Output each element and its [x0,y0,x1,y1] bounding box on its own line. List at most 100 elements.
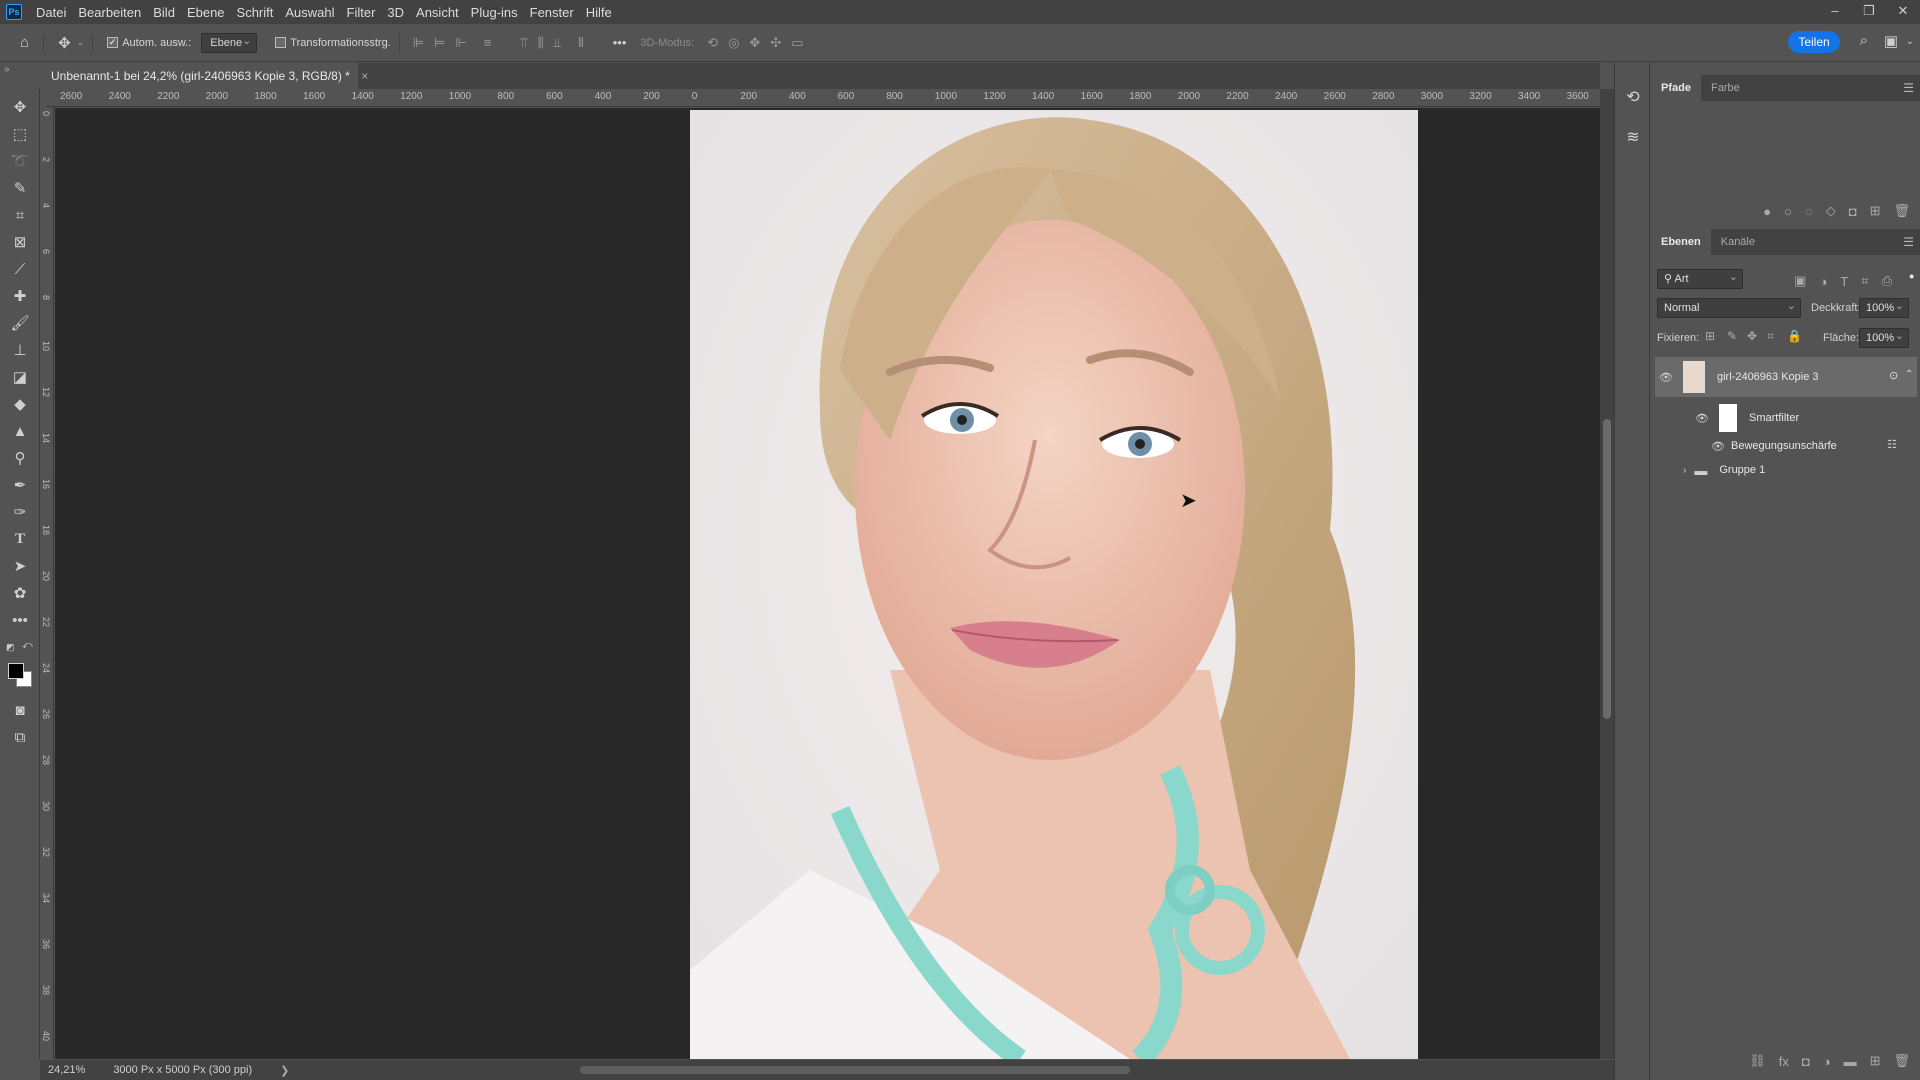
document-tab[interactable]: Unbenannt-1 bei 24,2% (girl-2406963 Kopi… [46,63,368,89]
new-path-icon[interactable]: ⊞ [1870,203,1881,219]
status-menu-arrow[interactable]: ❯ [280,1064,289,1077]
filter-toggle-icon[interactable]: ● [1909,271,1914,281]
tab-pfade[interactable]: Pfade [1651,75,1701,101]
curvature-pen-tool-icon[interactable]: ✑ [6,500,34,524]
chevron-down-icon[interactable]: ⌄ [77,37,85,48]
default-colors-icon[interactable]: ◩ [6,642,15,653]
add-mask-icon[interactable]: ◘ [1849,204,1857,219]
menu-fenster[interactable]: Fenster [524,5,580,20]
filter-name[interactable]: Bewegungsunschärfe [1731,440,1837,452]
layer-row[interactable]: 👁 Bewegungsunschärfe ☷ [1711,435,1917,457]
smart-filter-name[interactable]: Smartfilter [1749,412,1799,424]
collapse-toolbar-icon[interactable]: » [4,64,10,75]
move-tool-icon[interactable]: ✥ [58,34,71,52]
type-tool-icon[interactable]: T [6,527,34,551]
horizontal-scrollbar-thumb[interactable] [580,1066,1130,1074]
layer-row[interactable]: □ › ▬ Gruppe 1 [1655,458,1917,482]
lasso-tool-icon[interactable]: ➰ [6,149,34,173]
crop-tool-icon[interactable]: ⌗ [6,203,34,227]
paint-bucket-tool-icon[interactable]: ◆ [6,392,34,416]
dodge-tool-icon[interactable]: ⚲ [6,446,34,470]
3d-roll-icon[interactable]: ◎ [728,35,739,51]
chevron-down-icon[interactable]: ⌄ [1906,36,1914,47]
checkbox-box[interactable] [275,37,287,48]
filter-shape-icon[interactable]: ⌗ [1861,273,1868,289]
new-layer-icon[interactable]: ⊞ [1870,1053,1881,1069]
align-left-icon[interactable]: ⊫ [413,35,424,51]
clone-stamp-tool-icon[interactable]: ⊥ [6,338,34,362]
menu-ansicht[interactable]: Ansicht [410,5,465,20]
close-tab-icon[interactable]: × [361,69,368,83]
path-selection-tool-icon[interactable]: ➤ [6,554,34,578]
marquee-tool-icon[interactable]: ⬚ [6,122,34,146]
transform-controls-checkbox[interactable]: Transformationsstrg. [275,37,391,49]
auto-select-checkbox[interactable]: ✓ Autom. ausw.: [107,37,191,49]
menu-ebene[interactable]: Ebene [181,5,231,20]
layer-name[interactable]: girl-2406963 Kopie 3 [1717,371,1819,383]
search-icon[interactable]: ⌕ [1860,32,1868,49]
zoom-level[interactable]: 24,21% [48,1064,85,1076]
panel-menu-icon[interactable]: ☰ [1903,81,1914,95]
visibility-eye-icon[interactable]: 👁 [1659,371,1673,384]
checkbox-box[interactable]: ✓ [107,37,119,48]
layer-row[interactable]: 👁 Smartfilter [1695,403,1917,433]
menu-3d[interactable]: 3D [381,5,410,20]
share-button[interactable]: Teilen [1788,31,1840,53]
minimize-button[interactable]: – [1818,0,1852,24]
filter-pixel-icon[interactable]: ▣ [1794,273,1806,289]
chevron-up-icon[interactable]: ⌃ [1905,369,1913,380]
swap-colors-icon[interactable]: ⤺ [22,640,33,651]
menu-plugins[interactable]: Plug-ins [465,5,524,20]
3d-pan-icon[interactable]: ✥ [749,35,760,51]
move-tool-icon[interactable]: ✥ [6,95,34,119]
distribute-vertical-icon[interactable]: ⦀ [578,35,584,51]
3d-slide-icon[interactable]: ✣ [770,35,781,51]
lock-artboard-icon[interactable]: ⌗ [1767,329,1774,344]
align-center-icon[interactable]: ⊨ [434,35,445,51]
home-icon[interactable]: ⌂ [20,34,29,51]
layers-icon[interactable]: ≋ [1623,127,1643,147]
fx-icon[interactable]: fx [1779,1054,1789,1069]
align-bottom-icon[interactable]: ⫫ [554,35,561,51]
eraser-tool-icon[interactable]: ◪ [6,365,34,389]
opacity-input[interactable]: 100% [1859,297,1909,318]
blur-tool-icon[interactable]: ▲ [6,419,34,443]
tab-kanaele[interactable]: Kanäle [1711,229,1765,255]
3d-camera-icon[interactable]: ▭ [791,35,803,51]
eyedropper-tool-icon[interactable]: ⟋ [6,257,34,281]
filter-options-icon[interactable]: ☷ [1887,438,1897,451]
visibility-eye-icon[interactable]: 👁 [1695,412,1709,425]
blend-mode-dropdown[interactable]: Normal [1657,297,1801,318]
filter-type-icon[interactable]: T [1840,274,1848,289]
menu-schrift[interactable]: Schrift [231,5,280,20]
quick-select-tool-icon[interactable]: ✎ [6,176,34,200]
distribute-icon[interactable]: ≡ [484,35,492,50]
more-options-icon[interactable]: ••• [613,35,627,50]
edit-toolbar-icon[interactable]: ••• [6,608,34,632]
add-mask-icon[interactable]: ◘ [1802,1054,1810,1069]
lock-transparent-icon[interactable]: ⊞ [1705,329,1715,343]
lock-pixels-icon[interactable]: ✎ [1727,329,1737,343]
align-top-icon[interactable]: ⫪ [520,35,527,51]
delete-path-icon[interactable]: 🗑 [1893,203,1910,219]
visibility-eye-icon[interactable]: 👁 [1711,440,1725,453]
menu-bild[interactable]: Bild [147,5,181,20]
menu-datei[interactable]: Datei [30,5,72,20]
pen-tool-icon[interactable]: ✒ [6,473,34,497]
align-middle-icon[interactable]: ⫼ [538,35,544,51]
delete-layer-icon[interactable]: 🗑 [1893,1053,1910,1069]
lock-position-icon[interactable]: ✥ [1747,329,1757,343]
fill-input[interactable]: 100% [1859,327,1909,348]
tab-ebenen[interactable]: Ebenen [1651,229,1711,255]
layer-row[interactable]: 👁 girl-2406963 Kopie 3 ⊙ ⌃ [1655,357,1917,397]
link-layers-icon[interactable]: ⛓ [1749,1053,1766,1069]
adjustment-layer-icon[interactable]: ◑ [1823,1054,1831,1069]
healing-brush-tool-icon[interactable]: ✚ [6,284,34,308]
chevron-right-icon[interactable]: › [1683,465,1686,476]
menu-bearbeiten[interactable]: Bearbeiten [72,5,147,20]
foreground-color-swatch[interactable] [8,663,24,679]
close-button[interactable]: ✕ [1886,0,1920,24]
tab-farbe[interactable]: Farbe [1701,75,1750,101]
load-selection-icon[interactable]: ◌ [1805,204,1813,219]
workspace-icon[interactable]: ▣ [1884,32,1898,50]
